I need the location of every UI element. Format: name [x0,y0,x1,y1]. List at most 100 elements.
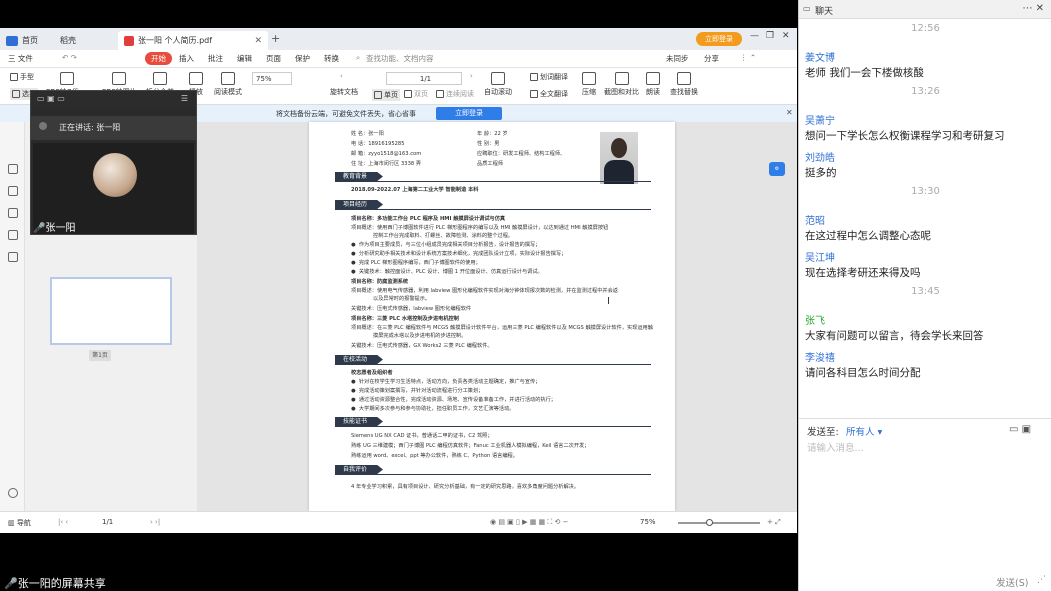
auto-scroll-button[interactable]: 自动滚动 [484,72,512,97]
chat-sender: 姜文博 [805,53,835,64]
screenshot-compare-button[interactable]: 截图和对比 [604,72,639,97]
resume-address: 住 址：上海市闵行区 3338 弄 [351,161,422,167]
bookmark-icon[interactable] [8,164,18,174]
project1-desc2: 控制工作台完成取料、打螺丝、故障检测、涂料的整个过程。 [373,233,514,239]
send-button[interactable]: 发送(S) [996,575,1028,589]
resume-email: 邮 箱：zyyo1518@163.com [351,151,422,157]
view-mode-icons[interactable]: ◉ ▤ ▣ ▯ ▶ ▦ ▦ ⛶ ⟲ − [490,518,568,527]
profile-photo [600,132,638,184]
double-page-button[interactable]: 双页 [404,89,428,99]
status-zoom[interactable]: 75% [640,518,656,526]
close-notice-icon[interactable]: ✕ [786,108,793,117]
find-icon [677,72,691,85]
menu-convert[interactable]: 转换 [324,53,339,64]
project1-desc: 项目概述：使用西门子博图软件进行 PLC 梯形图程序的编写以及 HMI 触摸屏设… [351,225,609,231]
share-button[interactable]: 分享 [704,53,719,64]
project2-desc: 项目概述：使用电气传感器，利用 labview 图形化编程软件实现对海分钟体现报… [351,288,618,294]
speaking-text: 正在讲话: 张一阳 [59,123,121,132]
read-aloud-button[interactable]: 朗读 [646,72,660,97]
speaker-name: 🎤张一阳 [33,223,76,234]
speaker-window[interactable]: ▭ ▣ ▭ ☰ 正在讲话: 张一阳 🎤张一阳 [30,90,197,235]
single-page-button[interactable]: 单页 [372,89,400,101]
menu-file[interactable]: 三 文件 [8,53,33,64]
send-to-label: 发送至: [807,427,839,438]
page-thumbnail[interactable] [50,277,172,345]
read-aloud-label: 朗读 [646,88,660,96]
continuous-button[interactable]: 连续阅读 [436,89,474,99]
notice-login-button[interactable]: 立即登录 [436,107,502,120]
menu-annotate[interactable]: 批注 [208,53,223,64]
menu-page[interactable]: 页面 [266,53,281,64]
translate-icon [530,73,538,81]
thumbnail-icon[interactable] [8,186,18,196]
zoom-select[interactable]: 75% [252,72,292,85]
chat-sender: 刘劲皓 [805,153,835,164]
word-translate-button[interactable]: 划词翻译 [530,72,568,82]
tab-home[interactable]: 首页 稻壳 [0,31,118,50]
find-replace-button[interactable]: 查找替换 [670,72,698,97]
attachment-icon[interactable] [8,230,18,240]
nav-toggle[interactable]: ▥ 导航 [8,518,31,528]
self-eval-line: 4 年专业学习积累，具有项目设计、研究分析基础，有一定的研究思路，喜欢多角度问题… [351,484,580,490]
resume-name: 姓 名：张一阳 [351,131,384,137]
minimize-icon[interactable]: — [750,31,759,41]
resize-grip-icon[interactable]: ⋰ [1037,575,1046,585]
file-icon[interactable]: ▭ ▣ [1009,424,1031,435]
zoom-slider[interactable] [678,519,760,526]
sync-status[interactable]: 未同步 [666,53,689,64]
project1-bullet: ● 作为项目主要成员，与三位小组成员完成相关项目分析报告，设计报告的撰写； [351,242,541,248]
search-input[interactable]: 查找功能、文档内容 [366,53,434,64]
chat-input[interactable]: 请输入消息... [807,440,864,454]
speaker-icon [646,72,660,85]
close-tab-icon[interactable]: ✕ [254,36,262,46]
close-window-icon[interactable]: ✕ [782,31,790,41]
project3-desc2: 摸屏完成水塔以及步进电机的步进控制。 [373,333,467,339]
page-input[interactable]: 1/1 [386,72,462,85]
tab-document[interactable]: 张一阳 个人简历.pdf ✕ [118,31,268,50]
project1-bullet: ● 关键技术：触控面设计、PLC 设计、博图 1 开位面设计、仿真运行设计与调试… [351,269,543,275]
chat-message: 挺多的 [805,167,837,179]
rotate-button[interactable]: 旋转文档 [330,72,358,97]
menu-edit[interactable]: 编辑 [237,53,252,64]
project3-title: 项目名称：三菱 PLC 水塔控制及步进电机控制 [351,316,459,322]
last-page-icon[interactable]: › ›| [150,518,160,526]
screenshot-icon [614,72,629,85]
menu-start[interactable]: 开始 [145,52,172,65]
hand-tool[interactable]: 手型 [10,72,34,82]
full-translate-button[interactable]: 全文翻译 [530,89,568,99]
restore-icon[interactable]: ❐ [766,31,774,41]
resume-age: 年 龄：22 岁 [477,131,508,137]
chat-icon: ▭ [803,4,811,13]
login-button[interactable]: 立即登录 [696,32,742,46]
signature-icon[interactable] [8,252,18,262]
comment-icon[interactable] [8,208,18,218]
more-icon[interactable]: ⋮ ⌃ [740,53,756,62]
next-page-icon[interactable]: › [470,72,473,80]
chat-messages: 12:56 姜文博 老师 我们一会下楼做核酸 13:26 吴萧宁 想问一下学长怎么权衡课程… [799,19,1051,419]
full-translate-label: 全文翻译 [540,90,568,98]
resume-phone: 电 话：18916195285 [351,141,405,147]
full-translate-icon [530,90,538,98]
campus-bullet: ● 大学期间多次参与和参与协助社，担任职员工作，文艺汇演等活动。 [351,406,515,412]
new-tab-button[interactable]: + [271,32,280,45]
collapse-icon[interactable]: ☰ [181,94,188,103]
left-rail [0,122,25,511]
window-icons[interactable]: ▭ ▣ ▭ [37,94,65,103]
menu-insert[interactable]: 插入 [179,53,194,64]
resume-job: 应聘职位：研发工程师、结构工程师、 [477,151,566,157]
read-mode-button[interactable]: 阅读模式 [214,72,242,97]
first-page-icon[interactable]: |‹ ‹ [58,518,68,526]
undo-icon[interactable]: ↶ ↷ [62,53,77,62]
campus-title: 校志愿者及组织者 [351,370,393,376]
chat-menu-icon[interactable]: ⋯ ✕ [1022,3,1044,14]
send-to-select[interactable]: 所有人 ▾ [846,424,882,438]
float-toolbar-button[interactable]: ⚙ [769,162,785,176]
share-label: 🎤张一阳的屏幕共享 [4,577,106,590]
zoom-in-icon[interactable]: + ⤢ [767,518,781,527]
list-icon[interactable] [8,488,18,498]
notice-text: 将文档备份云端，可避免文件丢失，省心省事 [276,110,416,118]
chat-message: 大家有问题可以留言，待会学长来回答 [805,330,984,342]
menu-protect[interactable]: 保护 [295,53,310,64]
compress-button[interactable]: 压缩 [582,72,596,97]
rotate-label: 旋转文档 [330,88,358,96]
